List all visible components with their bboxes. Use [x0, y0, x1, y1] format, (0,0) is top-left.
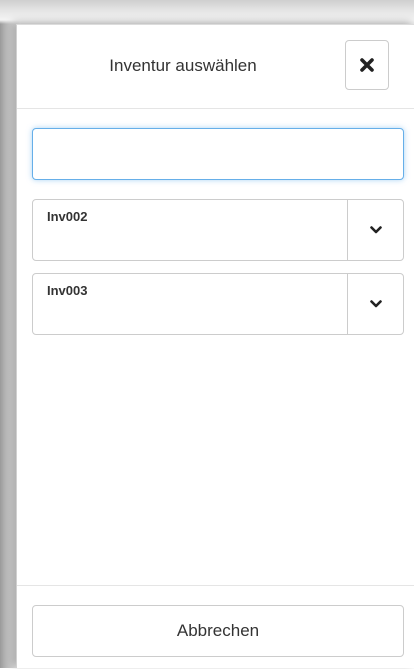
close-icon [360, 58, 374, 72]
inventory-item-inv002[interactable]: Inv002 [32, 199, 404, 261]
chevron-down-icon [369, 226, 382, 234]
expand-toggle[interactable] [347, 200, 403, 260]
top-shadow [0, 0, 414, 24]
expand-toggle[interactable] [347, 274, 403, 334]
inventory-label: Inv002 [47, 209, 88, 224]
inventory-label: Inv003 [47, 283, 88, 298]
inventory-item-inv003[interactable]: Inv003 [32, 273, 404, 335]
cancel-button[interactable]: Abbrechen [32, 605, 404, 657]
search-input[interactable] [32, 128, 404, 180]
dialog-title: Inventur auswählen [109, 56, 257, 75]
chevron-down-icon [369, 300, 382, 308]
close-button[interactable] [345, 40, 389, 90]
inventory-select-dialog: Inventur auswählen Inv002 Inv003 Abbrech… [16, 24, 414, 668]
dialog-header: Inventur auswählen [17, 25, 414, 109]
dialog-footer: Abbrechen [17, 585, 414, 669]
